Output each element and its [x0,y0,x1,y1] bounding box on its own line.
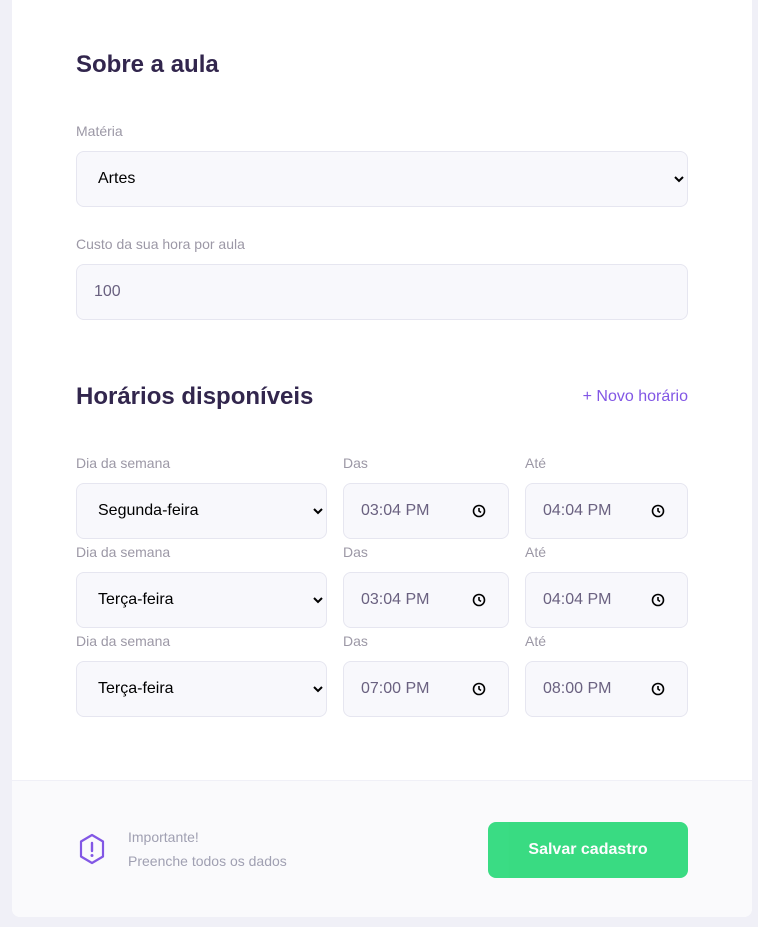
form-footer: Importante! Preenche todos os dados Salv… [12,780,752,917]
from-time-input[interactable]: 07:00 PM [343,661,509,717]
warning-text: Preenche todos os dados [128,853,287,869]
to-time-input[interactable]: 08:00 PM [525,661,688,717]
clock-icon[interactable] [651,593,665,607]
warning-icon [79,833,105,865]
section-title-schedule: Horários disponíveis [76,383,314,410]
weekday-label: Dia da semana [76,455,171,471]
weekday-select[interactable]: Segunda-feira [76,483,327,539]
clock-icon[interactable] [651,682,665,696]
cost-input-value: 100 [94,283,121,300]
add-schedule-button[interactable]: + Novo horário [583,388,688,406]
warning-title: Importante! [128,829,199,845]
weekday-value: Segunda-feira [98,502,199,519]
weekday-label: Dia da semana [76,544,171,560]
from-time-value: 03:04 PM [361,591,430,608]
chevron-down-icon [312,683,324,695]
to-time-value: 04:04 PM [543,591,612,608]
to-label: Até [525,633,547,649]
from-label: Das [343,544,368,560]
from-time-value: 03:04 PM [361,502,430,519]
from-time-input[interactable]: 03:04 PM [343,572,509,628]
cost-label: Custo da sua hora por aula [76,236,245,252]
weekday-value: Terça-feira [98,591,174,608]
section-title-about: Sobre a aula [76,51,219,78]
from-time-input[interactable]: 03:04 PM [343,483,509,539]
to-label: Até [525,455,547,471]
subject-label: Matéria [76,123,123,139]
chevron-down-icon [312,505,324,517]
weekday-value: Terça-feira [98,680,174,697]
clock-icon[interactable] [472,504,486,518]
to-time-value: 04:04 PM [543,502,612,519]
subject-select[interactable]: Artes [76,151,688,207]
to-label: Até [525,544,547,560]
to-time-value: 08:00 PM [543,680,612,697]
to-time-input[interactable]: 04:04 PM [525,483,688,539]
save-button[interactable]: Salvar cadastro [488,822,688,878]
from-label: Das [343,633,368,649]
chevron-down-icon [312,594,324,606]
weekday-label: Dia da semana [76,633,171,649]
from-label: Das [343,455,368,471]
to-time-input[interactable]: 04:04 PM [525,572,688,628]
weekday-select[interactable]: Terça-feira [76,661,327,717]
clock-icon[interactable] [472,682,486,696]
weekday-select[interactable]: Terça-feira [76,572,327,628]
clock-icon[interactable] [651,504,665,518]
chevron-down-icon [673,173,685,185]
clock-icon[interactable] [472,593,486,607]
from-time-value: 07:00 PM [361,680,430,697]
subject-select-value: Artes [98,170,136,187]
cost-input[interactable]: 100 [76,264,688,320]
form-card: Sobre a aula Matéria Artes Custo da sua … [12,0,752,917]
